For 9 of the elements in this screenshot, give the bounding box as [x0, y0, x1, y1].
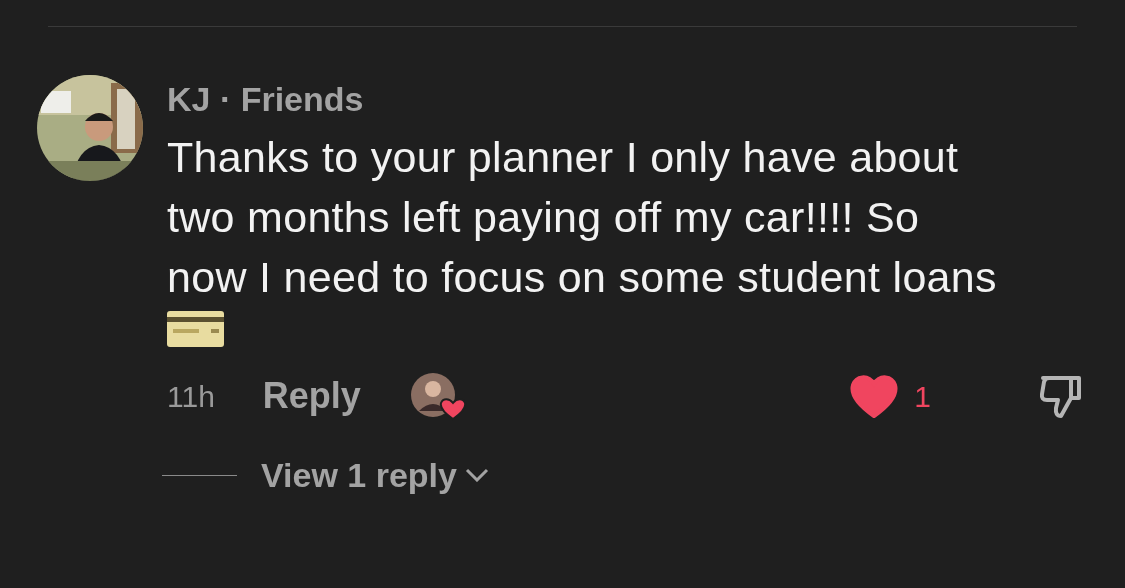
- like-count: 1: [914, 378, 931, 415]
- view-replies-button[interactable]: View 1 reply: [261, 453, 489, 497]
- comment-text: Thanks to your planner I only have about two months left paying off my car!!!! So now I need to focus on some student loans: [167, 132, 998, 303]
- chevron-down-icon: [464, 468, 489, 482]
- commenter-name: KJ · Friends: [167, 79, 365, 120]
- heart-icon[interactable]: [850, 374, 899, 418]
- reply-button[interactable]: Reply: [262, 369, 361, 423]
- comment-time: 11h: [167, 378, 215, 415]
- credit-card-icon: [167, 311, 224, 347]
